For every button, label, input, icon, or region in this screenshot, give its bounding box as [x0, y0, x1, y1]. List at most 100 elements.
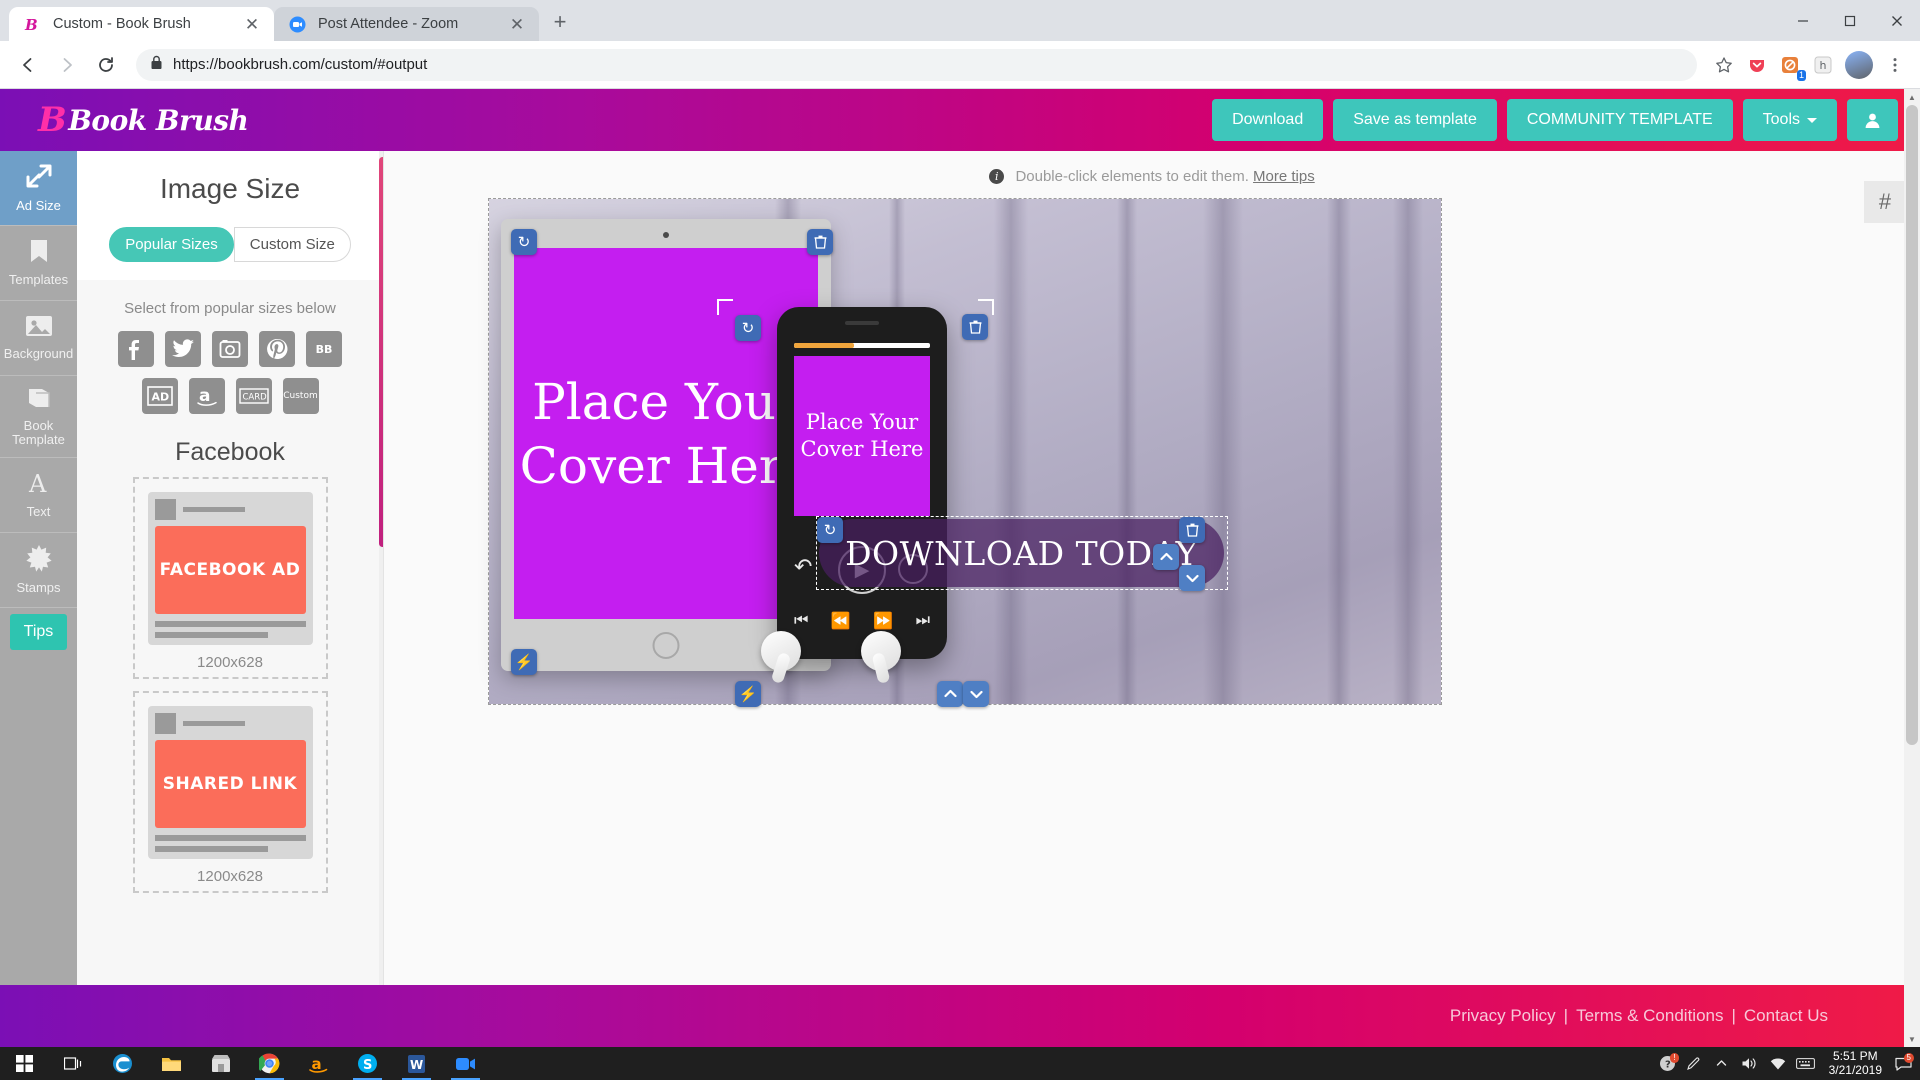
- help-icon[interactable]: ? !: [1657, 1047, 1679, 1080]
- url-text: https://bookbrush.com/custom/#output: [173, 56, 428, 73]
- maximize-button[interactable]: [1826, 0, 1873, 41]
- adblock-extension-icon[interactable]: 1: [1775, 50, 1806, 81]
- bookbrush-icon: B: [23, 15, 42, 34]
- close-icon[interactable]: ✕: [507, 14, 527, 34]
- rotate-handle[interactable]: ↻: [511, 229, 537, 255]
- pen-icon[interactable]: [1681, 1047, 1707, 1080]
- lock-icon: [150, 55, 163, 75]
- bookbrush-logo[interactable]: B Book Brush: [38, 100, 249, 140]
- back-button[interactable]: [10, 47, 46, 83]
- bookbub-icon[interactable]: BB: [306, 331, 342, 367]
- account-button[interactable]: [1847, 99, 1898, 141]
- action-center-icon[interactable]: 5: [1892, 1047, 1914, 1080]
- sidebar-item-ad-size[interactable]: Ad Size: [0, 151, 77, 226]
- phone-mockup[interactable]: Place Your Cover Here ↶ ▶ ⏮ ⏪ ⏩ ⏭: [777, 307, 947, 659]
- bookmark-icon: [28, 238, 50, 269]
- browser-tab-active[interactable]: B Custom - Book Brush ✕: [9, 7, 274, 41]
- banner-text: DOWNLOAD TODAY: [845, 533, 1198, 573]
- tab-popular-sizes[interactable]: Popular Sizes: [109, 227, 234, 262]
- more-tips-link[interactable]: More tips: [1253, 168, 1315, 185]
- delete-handle[interactable]: [807, 229, 833, 255]
- sidebar-item-label: Stamps: [16, 580, 61, 596]
- privacy-policy-link[interactable]: Privacy Policy: [1450, 1006, 1556, 1026]
- amazon-icon[interactable]: a: [294, 1047, 343, 1080]
- start-button[interactable]: [0, 1047, 49, 1080]
- new-tab-button[interactable]: +: [543, 5, 577, 39]
- bolt-handle[interactable]: ⚡: [511, 649, 537, 675]
- twitter-icon[interactable]: [165, 331, 201, 367]
- save-as-template-button[interactable]: Save as template: [1333, 99, 1497, 141]
- selection-corner: [717, 299, 733, 315]
- terms-conditions-link[interactable]: Terms & Conditions: [1576, 1006, 1723, 1026]
- pocket-extension-icon[interactable]: [1742, 50, 1772, 80]
- browser-tab-inactive[interactable]: Post Attendee - Zoom ✕: [274, 7, 539, 41]
- minimize-button[interactable]: [1779, 0, 1826, 41]
- sidebar-item-text[interactable]: A Text: [0, 458, 77, 533]
- forward-button[interactable]: [49, 47, 85, 83]
- address-bar[interactable]: https://bookbrush.com/custom/#output: [136, 48, 1697, 81]
- bookmark-star-icon[interactable]: [1709, 50, 1739, 80]
- zoom-icon[interactable]: [441, 1047, 490, 1080]
- clock-time: 5:51 PM: [1832, 1048, 1878, 1063]
- amazon-icon[interactable]: a: [188, 378, 225, 414]
- word-icon[interactable]: W: [392, 1047, 441, 1080]
- size-mode-tabs: Popular Sizes Custom Size: [77, 227, 383, 280]
- scrollbar-thumb[interactable]: [1906, 105, 1918, 745]
- text-line: [154, 846, 268, 852]
- platform-group-title: Facebook: [175, 438, 285, 466]
- bolt-handle[interactable]: ⚡: [735, 681, 761, 707]
- custom-size-icon[interactable]: Custom: [282, 378, 319, 414]
- chrome-icon[interactable]: [245, 1047, 294, 1080]
- sidebar-item-background[interactable]: Background: [0, 301, 77, 376]
- volume-icon[interactable]: [1737, 1047, 1763, 1080]
- close-window-button[interactable]: [1873, 0, 1920, 41]
- facebook-icon[interactable]: [118, 331, 154, 367]
- taskbar-apps: a S W: [0, 1047, 490, 1080]
- move-down-handle[interactable]: [963, 681, 989, 707]
- download-button[interactable]: Download: [1212, 99, 1324, 141]
- ad-icon[interactable]: AD: [141, 378, 178, 414]
- contact-us-link[interactable]: Contact Us: [1744, 1006, 1828, 1026]
- move-down-handle[interactable]: [1179, 565, 1205, 591]
- network-icon[interactable]: [1765, 1047, 1791, 1080]
- tools-dropdown[interactable]: Tools: [1742, 99, 1837, 141]
- scroll-up-arrow[interactable]: ▲: [1904, 89, 1920, 105]
- file-explorer-icon[interactable]: [147, 1047, 196, 1080]
- progress-bar: [794, 343, 930, 348]
- edge-icon[interactable]: [98, 1047, 147, 1080]
- pinterest-icon[interactable]: [259, 331, 295, 367]
- design-stage[interactable]: Place Your Cover Here Place Your Cover H…: [488, 198, 1442, 707]
- tab-custom-size[interactable]: Custom Size: [233, 227, 351, 262]
- grid-toggle-button[interactable]: #: [1864, 181, 1906, 223]
- move-up-handle[interactable]: [937, 681, 963, 707]
- profile-avatar[interactable]: [1845, 50, 1873, 79]
- taskbar-clock[interactable]: 5:51 PM 3/21/2019: [1821, 1048, 1890, 1078]
- sidebar-item-templates[interactable]: Templates: [0, 226, 77, 301]
- delete-handle[interactable]: [1179, 517, 1205, 543]
- reload-button[interactable]: [88, 47, 124, 83]
- community-template-button[interactable]: COMMUNITY TEMPLATE: [1506, 99, 1733, 141]
- page-scrollbar[interactable]: ▲ ▼: [1904, 89, 1920, 1047]
- delete-handle[interactable]: [962, 314, 988, 340]
- starburst-icon: [25, 544, 53, 577]
- task-view-icon[interactable]: [49, 1047, 98, 1080]
- size-card-shared-link[interactable]: SHARED LINK 1200x628: [132, 691, 328, 893]
- grammarly-extension-icon[interactable]: h: [1808, 50, 1838, 80]
- chrome-menu-icon[interactable]: [1880, 50, 1910, 80]
- sidebar-item-stamps[interactable]: Stamps: [0, 533, 77, 608]
- svg-text:W: W: [410, 1058, 423, 1072]
- microsoft-store-icon[interactable]: [196, 1047, 245, 1080]
- scroll-down-arrow[interactable]: ▼: [1904, 1031, 1920, 1047]
- sidebar-item-book-template[interactable]: Book Template: [0, 376, 77, 458]
- skype-icon[interactable]: S: [343, 1047, 392, 1080]
- keyboard-icon[interactable]: [1793, 1047, 1819, 1080]
- show-hidden-icons[interactable]: [1709, 1047, 1735, 1080]
- move-up-handle[interactable]: [1153, 544, 1179, 570]
- close-icon[interactable]: ✕: [242, 14, 262, 34]
- rotate-handle[interactable]: ↻: [735, 315, 761, 341]
- rotate-handle[interactable]: ↻: [817, 517, 843, 543]
- instagram-icon[interactable]: [212, 331, 248, 367]
- tips-button[interactable]: Tips: [10, 614, 67, 650]
- size-card-facebook-ad[interactable]: FACEBOOK AD 1200x628: [132, 477, 328, 679]
- card-icon[interactable]: CARD: [235, 378, 272, 414]
